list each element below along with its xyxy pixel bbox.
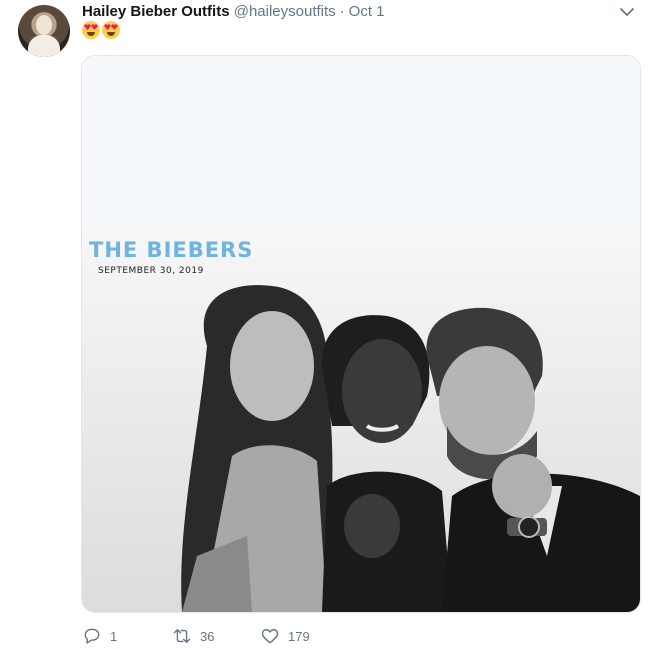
heart-eyes-emoji: [82, 21, 100, 39]
author-handle[interactable]: @haileysoutfits: [234, 3, 336, 20]
author-name[interactable]: Hailey Bieber Outfits: [82, 3, 230, 20]
tweet-media[interactable]: THE BIEBERS SEPTEMBER 30, 2019: [81, 55, 641, 613]
tweet: Hailey Bieber Outfits @haileysoutfits · Oc…: [0, 0, 653, 650]
chevron-down-icon[interactable]: [619, 4, 635, 20]
like-button[interactable]: 179: [260, 624, 310, 648]
avatar-body: [28, 35, 60, 57]
photo-caption-title: THE BIEBERS: [89, 238, 254, 262]
separator-dot: ·: [339, 3, 345, 20]
reply-icon: [84, 628, 100, 644]
retweet-icon: [173, 629, 191, 643]
media-placeholder: [82, 56, 640, 226]
retweet-button[interactable]: 36: [172, 624, 214, 648]
tweet-text: [82, 21, 120, 43]
tweet-header: Hailey Bieber Outfits @haileysoutfits · Oc…: [82, 2, 385, 22]
heart-eyes-emoji: [102, 21, 120, 39]
timestamp[interactable]: Oct 1: [349, 3, 385, 20]
avatar[interactable]: [18, 5, 70, 57]
reply-button[interactable]: 1: [82, 624, 117, 648]
photo-caption-date: SEPTEMBER 30, 2019: [98, 266, 204, 276]
retweet-count: 36: [200, 628, 215, 644]
photo-booth-image[interactable]: THE BIEBERS SEPTEMBER 30, 2019: [82, 226, 640, 612]
photo-content: [82, 226, 640, 612]
like-count: 179: [288, 628, 310, 644]
avatar-face: [36, 15, 52, 35]
heart-icon: [261, 629, 279, 644]
reply-count: 1: [110, 628, 118, 644]
